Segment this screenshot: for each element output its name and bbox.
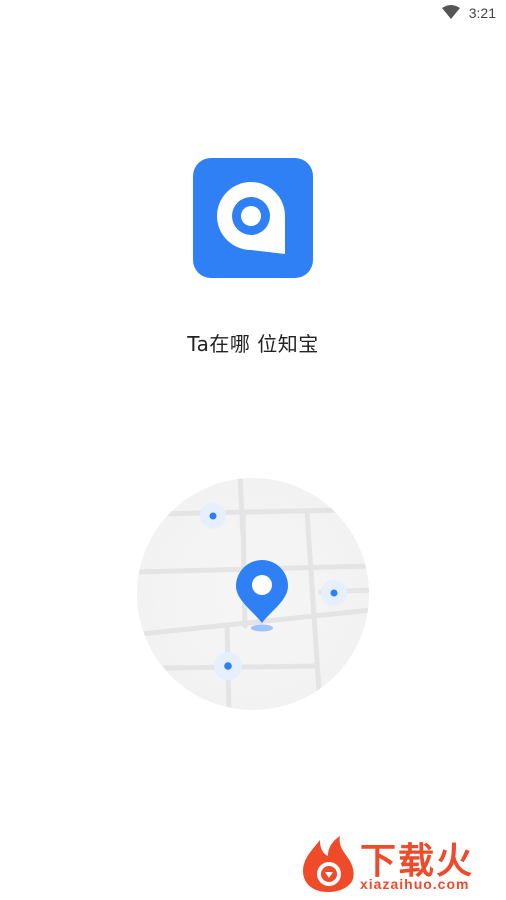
watermark-url: xiazaihuo.com <box>360 876 470 892</box>
location-dot-1 <box>200 503 226 529</box>
app-logo-icon <box>193 158 313 278</box>
app-name: Ta在哪 位知宝 <box>187 332 319 356</box>
flame-logo-icon <box>303 836 354 892</box>
map-illustration <box>137 478 369 710</box>
location-dot-3 <box>214 652 242 680</box>
status-time: 3:21 <box>468 5 496 21</box>
status-bar: 3:21 <box>0 0 506 26</box>
watermark: 下载火 xiazaihuo.com <box>298 832 504 896</box>
location-dot-2 <box>321 580 347 606</box>
wifi-icon <box>442 5 460 19</box>
